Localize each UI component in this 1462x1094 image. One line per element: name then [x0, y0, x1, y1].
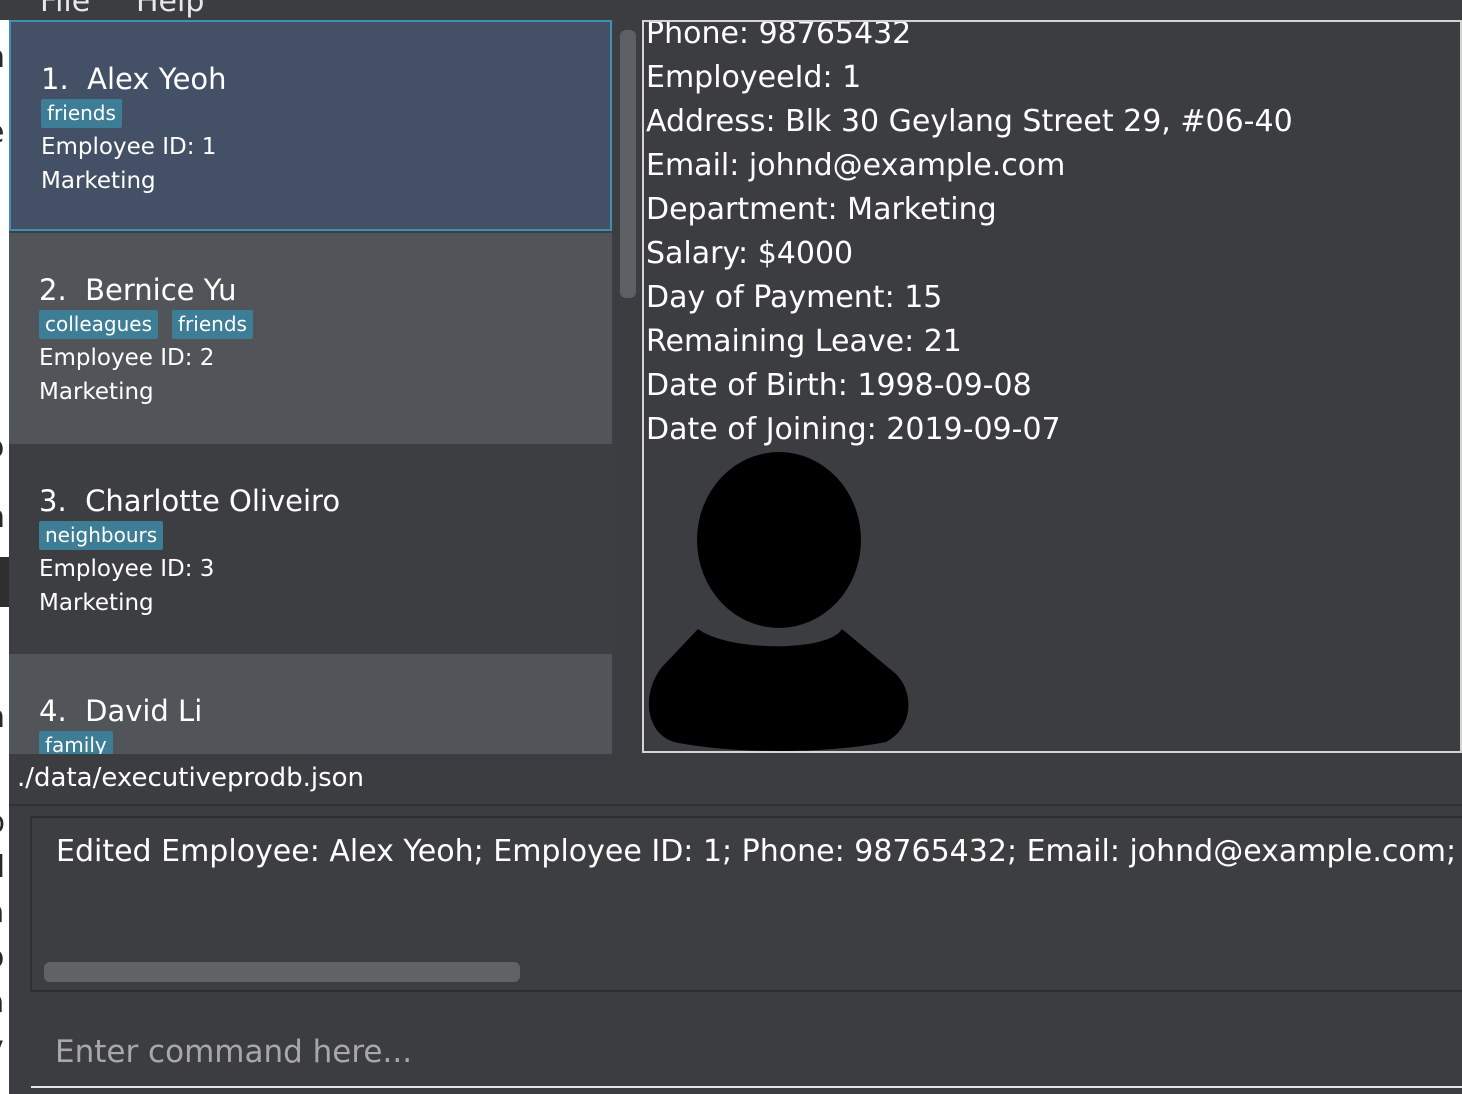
background-glyph: a — [0, 985, 4, 1020]
background-glyph: n — [0, 40, 5, 75]
tag: friends — [172, 310, 253, 339]
tag: neighbours — [39, 521, 164, 550]
detail-email: Email: johnd@example.com — [646, 148, 1066, 183]
employee-name: 2. Bernice Yu — [39, 273, 237, 307]
tag-list: family — [39, 731, 113, 754]
background-glyph: o — [0, 940, 4, 975]
background-glyph: e — [0, 115, 4, 150]
employee-list[interactable]: 1. Alex Yeoh friends Employee ID: 1 Mark… — [9, 20, 613, 754]
detail-phone: Phone: 98765432 — [646, 20, 912, 51]
employee-card-3[interactable]: 3. Charlotte Oliveiro neighbours Employe… — [9, 444, 612, 655]
result-display[interactable]: Edited Employee: Alex Yeoh; Employee ID:… — [30, 816, 1462, 992]
menu-file[interactable]: File — [40, 0, 90, 19]
background-glyph: y — [0, 1030, 4, 1065]
detail-date-of-joining: Date of Joining: 2019-09-07 — [646, 412, 1061, 447]
background-glyph: n — [0, 700, 5, 735]
detail-date-of-birth: Date of Birth: 1998-09-08 — [646, 368, 1032, 403]
employee-name: 4. David Li — [39, 694, 203, 728]
employee-department: Marketing — [39, 379, 154, 405]
command-input[interactable] — [31, 1018, 1462, 1088]
employee-id: Employee ID: 1 — [41, 134, 217, 160]
background-glyph: p — [0, 805, 5, 840]
employee-name: 1. Alex Yeoh — [41, 62, 227, 96]
result-message: Edited Employee: Alex Yeoh; Employee ID:… — [56, 834, 1462, 869]
list-scrollbar-thumb[interactable] — [620, 30, 636, 298]
tag-list: colleagues friends — [39, 310, 253, 339]
employee-card-4[interactable]: 4. David Li family — [9, 654, 612, 754]
detail-address: Address: Blk 30 Geylang Street 29, #06-4… — [646, 104, 1293, 139]
detail-payment-day: Day of Payment: 15 — [646, 280, 943, 315]
employee-card-1[interactable]: 1. Alex Yeoh friends Employee ID: 1 Mark… — [9, 20, 612, 231]
background-glyph: n — [0, 500, 5, 535]
employee-department: Marketing — [41, 168, 156, 194]
background-glyph: d — [0, 850, 5, 885]
employee-detail-panel: Phone: 98765432 EmployeeId: 1 Address: B… — [642, 20, 1462, 753]
employee-card-2[interactable]: 2. Bernice Yu colleagues friends Employe… — [9, 233, 612, 444]
command-box — [9, 1004, 1462, 1094]
detail-salary: Salary: $4000 — [646, 236, 854, 271]
list-scrollbar[interactable] — [613, 20, 642, 754]
detail-employee-id: EmployeeId: 1 — [646, 60, 862, 95]
tag: family — [39, 731, 113, 754]
background-glyph: a — [0, 895, 4, 930]
status-bar: ./data/executiveprodb.json — [9, 754, 1462, 806]
menu-help[interactable]: Help — [136, 0, 204, 19]
background-window-edge: n e o n n p d a o a y — [0, 20, 9, 1094]
detail-remaining-leave: Remaining Leave: 21 — [646, 324, 962, 359]
background-divider — [0, 557, 9, 607]
employee-name: 3. Charlotte Oliveiro — [39, 484, 341, 518]
tag: friends — [41, 99, 122, 128]
background-glyph: o — [0, 430, 4, 465]
menu-bar: File Help — [0, 0, 1462, 20]
tag-list: friends — [41, 99, 122, 128]
user-silhouette-icon — [648, 452, 909, 751]
detail-department: Department: Marketing — [646, 192, 997, 227]
employee-department: Marketing — [39, 590, 154, 616]
save-file-path: ./data/executiveprodb.json — [17, 763, 365, 793]
tag-list: neighbours — [39, 521, 164, 550]
tag: colleagues — [39, 310, 159, 339]
employee-id: Employee ID: 3 — [39, 556, 215, 582]
result-scrollbar-thumb[interactable] — [44, 962, 520, 982]
employee-id: Employee ID: 2 — [39, 345, 215, 371]
